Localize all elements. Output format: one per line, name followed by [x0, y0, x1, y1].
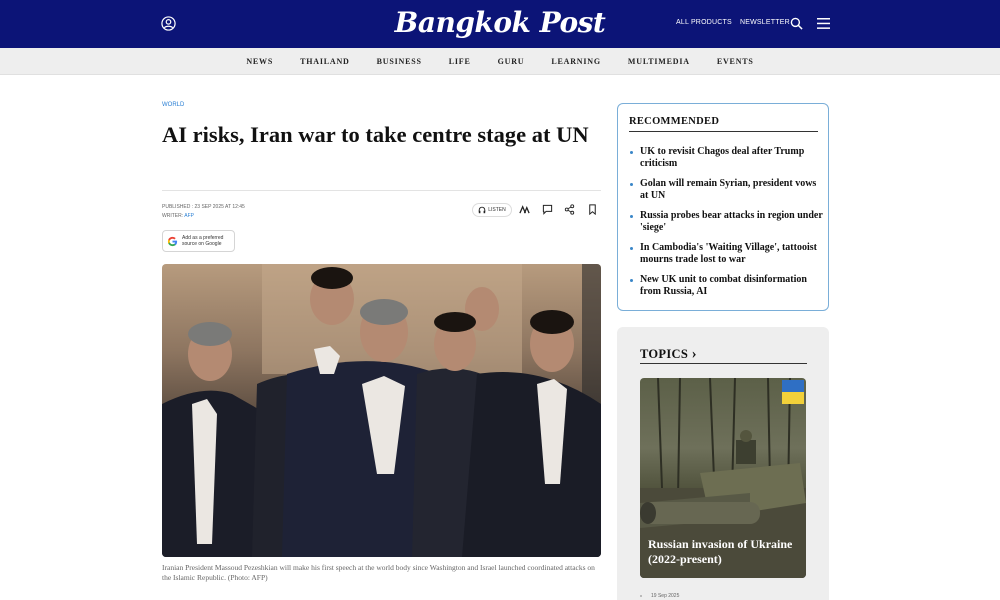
google-badge-line2: source on Google: [182, 241, 222, 247]
share-icon[interactable]: [564, 204, 575, 215]
nav-item-thailand[interactable]: THAILAND: [300, 57, 350, 66]
search-icon[interactable]: [790, 17, 803, 30]
nav-item-life[interactable]: LIFE: [449, 57, 471, 66]
bookmark-icon[interactable]: [587, 204, 598, 215]
article-photo: [162, 264, 601, 557]
topic-date: 19 Sep 2025: [651, 593, 680, 599]
nav-item-events[interactable]: EVENTS: [717, 57, 754, 66]
recommended-item[interactable]: In Cambodia's 'Waiting Village', tattooi…: [629, 242, 824, 266]
recommended-item[interactable]: New UK unit to combat disinformation fro…: [629, 274, 824, 298]
all-products-link[interactable]: ALL PRODUCTS: [676, 19, 732, 26]
recommended-title: RECOMMENDED: [629, 116, 720, 127]
nav-item-multimedia[interactable]: MULTIMEDIA: [628, 57, 690, 66]
recommended-item[interactable]: UK to revisit Chagos deal after Trump cr…: [629, 146, 824, 170]
topic-card-label: Russian invasion of Ukraine (2022-presen…: [648, 537, 793, 566]
photo-caption: Iranian President Massoud Pezeshkian wil…: [162, 563, 595, 582]
font-size-icon[interactable]: [519, 204, 530, 215]
photo-illustration: [162, 264, 601, 557]
top-links: ALL PRODUCTS NEWSLETTER: [676, 19, 796, 26]
section-label[interactable]: WORLD: [162, 102, 184, 108]
published-date: PUBLISHED : 23 SEP 2025 AT 12:45: [162, 204, 245, 210]
nav-item-news[interactable]: NEWS: [246, 57, 273, 66]
date-bullet: [640, 595, 642, 597]
recommended-list: UK to revisit Chagos deal after Trump cr…: [629, 146, 824, 306]
topics-title-link[interactable]: TOPICS ›: [640, 346, 697, 363]
nav-item-learning[interactable]: LEARNING: [551, 57, 601, 66]
top-header: Bangkok Post ALL PRODUCTS NEWSLETTER: [0, 0, 1000, 48]
hamburger-menu-icon[interactable]: [817, 18, 830, 29]
chevron-right-icon: ›: [691, 346, 697, 362]
listen-button[interactable]: LISTEN: [472, 203, 512, 217]
listen-label: LISTEN: [488, 207, 506, 213]
google-badge-text: Add as a preferred source on Google: [182, 235, 223, 247]
article-meta: PUBLISHED : 23 SEP 2025 AT 12:45 WRITER:…: [162, 203, 245, 221]
ukraine-flag-icon: [782, 380, 804, 404]
topics-title: TOPICS: [640, 347, 689, 361]
recommended-item[interactable]: Golan will remain Syrian, president vows…: [629, 178, 824, 202]
recommended-box: RECOMMENDED UK to revisit Chagos deal af…: [617, 103, 829, 311]
google-logo-icon: [167, 236, 178, 246]
headline-divider: [162, 190, 601, 191]
writer-link[interactable]: AFP: [184, 213, 194, 219]
newsletter-link[interactable]: NEWSLETTER: [740, 19, 790, 26]
recommended-item[interactable]: Russia probes bear attacks in region und…: [629, 210, 824, 234]
topics-rule: [640, 363, 807, 364]
topics-box: TOPICS › Russian invasion of Ukraine (20…: [617, 327, 829, 600]
nav-item-guru[interactable]: GURU: [498, 57, 525, 66]
topic-card[interactable]: Russian invasion of Ukraine (2022-presen…: [640, 378, 806, 578]
comment-icon[interactable]: [542, 204, 553, 215]
site-logo[interactable]: Bangkok Post: [0, 5, 1000, 41]
main-nav: NEWS THAILAND BUSINESS LIFE GURU LEARNIN…: [0, 48, 1000, 75]
writer-line: WRITER: AFP: [162, 212, 245, 221]
writer-label: WRITER:: [162, 213, 184, 219]
nav-item-business[interactable]: BUSINESS: [377, 57, 422, 66]
recommended-rule: [629, 131, 818, 132]
article-headline: AI risks, Iran war to take centre stage …: [162, 122, 589, 147]
headphones-icon: [478, 206, 486, 214]
google-preferred-source-button[interactable]: Add as a preferred source on Google: [162, 230, 235, 252]
